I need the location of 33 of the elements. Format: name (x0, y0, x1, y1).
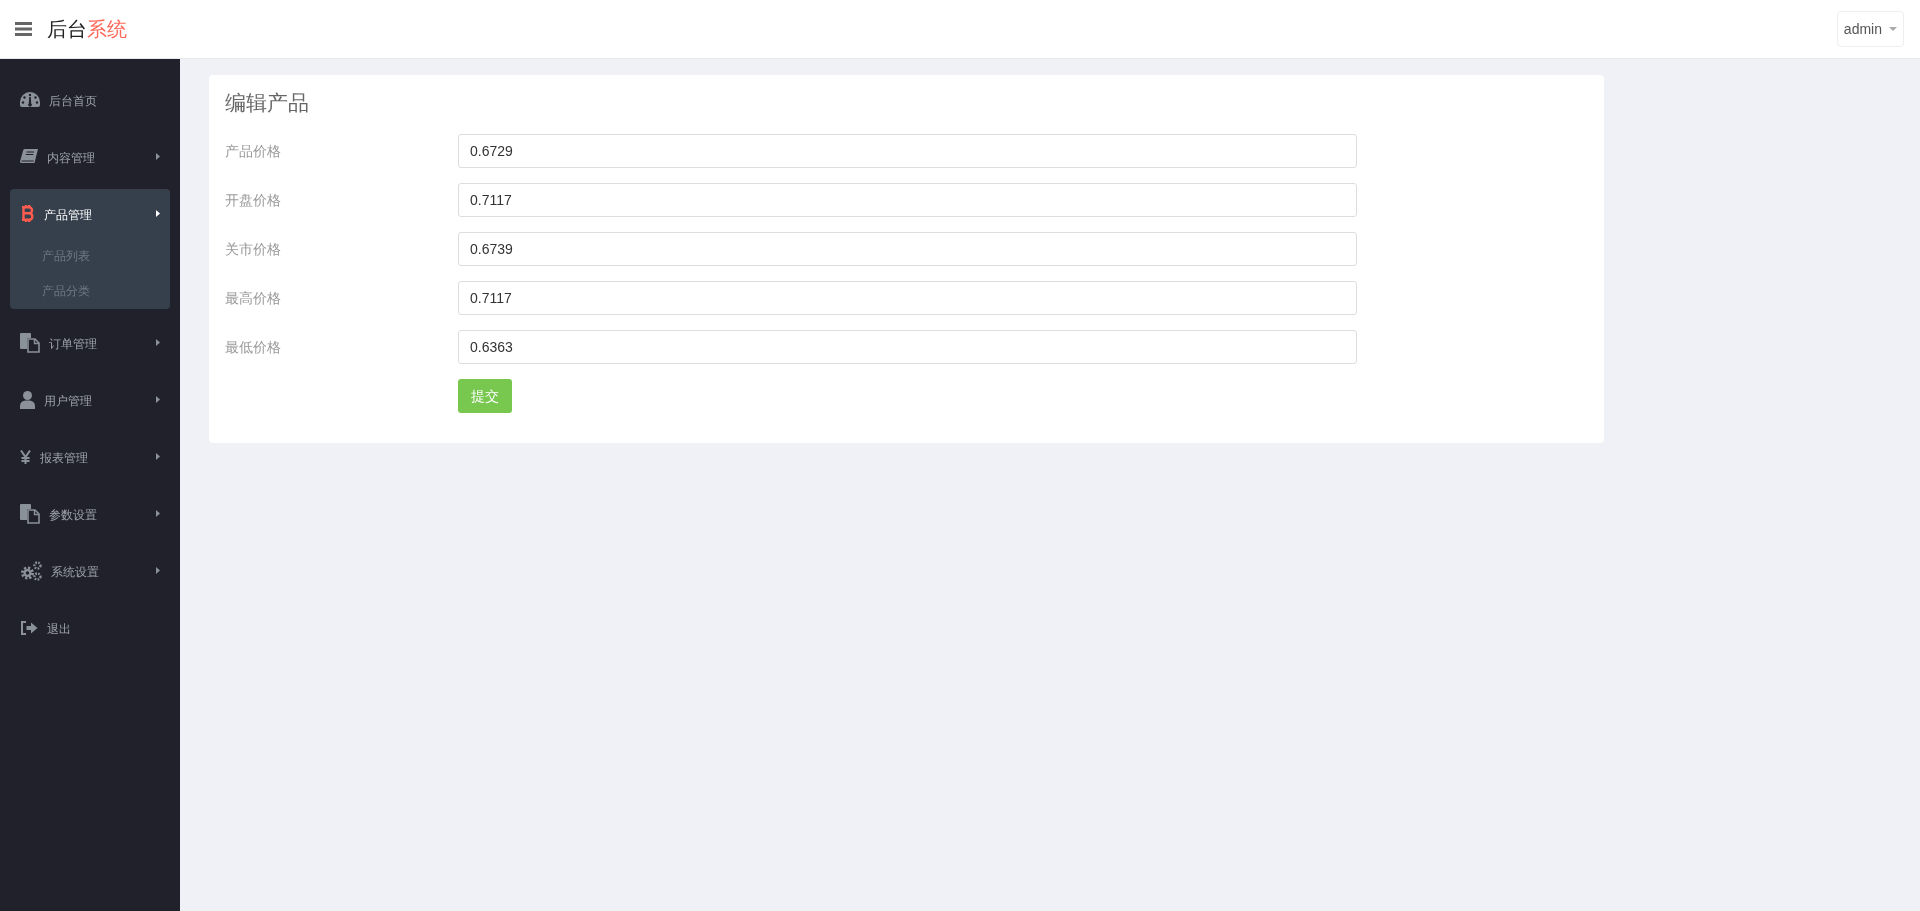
user-icon (20, 390, 35, 409)
form-title: 编辑产品 (225, 90, 310, 116)
sidebar-item[interactable]: 内容管理 (0, 128, 180, 185)
field-label: 开盘价格 (225, 190, 282, 210)
field-label: 关市价格 (225, 239, 282, 259)
sidebar-item[interactable]: 参数设置 (0, 485, 180, 542)
price-input[interactable]: 0.7117 (458, 183, 1357, 217)
sidebar-item[interactable]: 用户管理 (0, 371, 180, 428)
field-label: 最低价格 (225, 337, 282, 357)
sidebar-item[interactable]: 订单管理 (0, 314, 180, 371)
price-input[interactable]: 0.6729 (458, 134, 1357, 168)
field-label: 最高价格 (225, 288, 282, 308)
menu-icon[interactable] (15, 22, 32, 36)
field-label: 产品价格 (225, 141, 282, 161)
sidebar-item[interactable]: 报表管理 (0, 428, 180, 485)
bitcoin-icon (21, 205, 35, 222)
sidebar-item[interactable]: 系统设置 (0, 542, 180, 599)
book-icon (20, 148, 38, 165)
sidebar-item[interactable]: 后台首页 (0, 71, 180, 128)
sign-out-icon (20, 620, 38, 635)
price-input[interactable]: 0.6363 (458, 330, 1357, 364)
sidebar-item[interactable]: 退出 (0, 599, 180, 656)
sidebar-item[interactable]: 产品管理 (10, 189, 170, 238)
documents-icon (20, 503, 40, 524)
yen-icon (20, 449, 31, 464)
gears-icon (20, 560, 42, 581)
documents-icon (20, 332, 40, 353)
caret-down-icon (1889, 27, 1897, 31)
price-input[interactable]: 0.6739 (458, 232, 1357, 266)
price-input[interactable]: 0.7117 (458, 281, 1357, 315)
site-title: 后台系统 (47, 17, 127, 42)
gauge-icon (20, 92, 40, 107)
user-menu-button[interactable]: admin (1836, 11, 1904, 47)
